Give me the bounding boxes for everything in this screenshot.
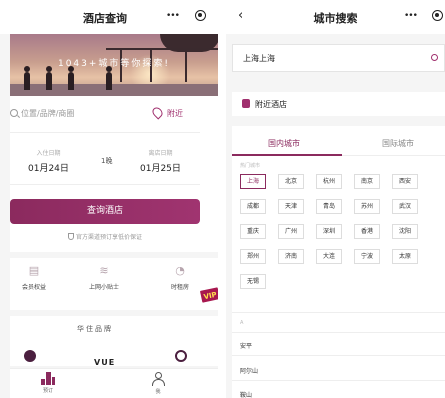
brands-title: 华住品牌 xyxy=(77,325,113,333)
list-item[interactable]: 阿尔山 xyxy=(240,366,258,375)
search-icon[interactable] xyxy=(431,54,438,61)
nearby-hotel-row[interactable]: 附近酒店 xyxy=(232,92,445,116)
city-chip[interactable]: 上海 xyxy=(240,174,266,189)
brands-section: 华住品牌 VUE xyxy=(10,316,218,369)
brand-logo-ring[interactable] xyxy=(175,350,187,362)
banner-text: 1043+城市等你探索! xyxy=(57,59,171,69)
city-panel: 国内城市 国际城市 热门城市 上海 北京 杭州 南京 西安成都 天津 青岛 苏州 武汉重庆 广州深… xyxy=(232,126,445,398)
right-nav-bar: ‹ 城市搜索 ••• xyxy=(226,0,445,34)
city-chip[interactable]: 北京 xyxy=(278,174,304,189)
divider xyxy=(232,332,445,333)
city-chip[interactable]: 香港 xyxy=(354,224,380,239)
service-label: 上网小贴士 xyxy=(88,284,119,291)
tab-label: 预订 xyxy=(42,388,53,394)
city-chip[interactable]: 无锡 xyxy=(240,274,266,289)
divider xyxy=(10,132,200,133)
close-miniprogram-icon[interactable] xyxy=(195,10,206,21)
city-chip[interactable]: 苏州 xyxy=(354,199,380,214)
city-chip[interactable]: 天津 xyxy=(278,199,304,214)
index-letter: A xyxy=(240,320,244,326)
more-icon[interactable]: ••• xyxy=(404,11,418,21)
brand-logo-vue[interactable]: VUE xyxy=(94,350,115,369)
checkout-value: 01月25日 xyxy=(140,164,181,174)
wifi-icon: ≋ xyxy=(99,264,109,277)
divider xyxy=(232,312,445,313)
city-search-screen: ‹ 城市搜索 ••• 上海上海 附近酒店 国内城市 国际城市 热门城市 上海 北京… xyxy=(226,0,445,398)
location-search-row[interactable]: 位置/品牌/商圈 附近 xyxy=(10,104,218,124)
banner-person xyxy=(68,66,74,90)
search-card: 位置/品牌/商圈 附近 入住日期 01月24日 1晚 离店日期 01月25日 查… xyxy=(10,96,218,252)
city-chip[interactable]: 郑州 xyxy=(240,249,266,264)
left-nav-bar: 酒店查询 ••• xyxy=(0,0,218,34)
service-wifi[interactable]: ≋ 上网小贴士 xyxy=(74,264,134,291)
building-icon xyxy=(41,372,55,385)
city-chip[interactable]: 南京 xyxy=(354,174,380,189)
brand-vue-text: VUE xyxy=(94,358,116,367)
checkin-value: 01月24日 xyxy=(28,164,69,174)
city-chip[interactable]: 广州 xyxy=(278,224,304,239)
vip-badge[interactable]: VIP xyxy=(198,286,218,304)
checkout-date[interactable]: 离店日期 01月25日 xyxy=(140,148,181,174)
banner-person xyxy=(46,66,52,90)
divider xyxy=(232,380,445,381)
city-chip[interactable]: 成都 xyxy=(240,199,266,214)
banner-person xyxy=(24,66,30,90)
services-row: ▤ 会员权益 ≋ 上网小贴士 ◔ 时租房 VIP xyxy=(10,258,218,310)
city-chip[interactable]: 杭州 xyxy=(316,174,342,189)
tab-booking[interactable]: 预订 xyxy=(28,372,68,394)
city-chip[interactable]: 重庆 xyxy=(240,224,266,239)
city-chip[interactable]: 深圳 xyxy=(316,224,342,239)
user-icon xyxy=(151,372,165,386)
more-icon[interactable]: ••• xyxy=(166,11,180,21)
nearby-button[interactable]: 附近 xyxy=(167,108,183,119)
city-chip[interactable]: 沈阳 xyxy=(392,224,418,239)
service-member[interactable]: ▤ 会员权益 xyxy=(4,264,64,291)
city-search-field[interactable]: 上海上海 xyxy=(232,44,445,72)
bottom-tab-bar: 预订 我 xyxy=(10,368,218,398)
city-chip[interactable]: 青岛 xyxy=(316,199,342,214)
brand-logo-round[interactable] xyxy=(24,350,36,362)
guarantee-text: 官方渠道预订享低价保证 xyxy=(75,234,142,241)
city-chip[interactable]: 太原 xyxy=(392,249,418,264)
banner-pier xyxy=(106,48,218,50)
guarantee-note: 官方渠道预订享低价保证 xyxy=(10,232,200,241)
service-hourly[interactable]: ◔ 时租房 xyxy=(150,264,210,291)
clock-icon: ◔ xyxy=(175,264,185,277)
divider xyxy=(10,184,200,185)
shield-icon xyxy=(67,233,74,240)
city-chip[interactable]: 宁波 xyxy=(354,249,380,264)
tab-label: 我 xyxy=(155,389,161,395)
divider xyxy=(232,355,445,356)
active-tab-underline xyxy=(232,154,342,156)
city-search-input[interactable]: 上海上海 xyxy=(243,53,275,64)
hot-cities-label: 热门城市 xyxy=(240,163,261,169)
city-chip[interactable]: 武汉 xyxy=(392,199,418,214)
tab-domestic-cities[interactable]: 国内城市 xyxy=(268,138,300,149)
promo-banner[interactable]: 1043+城市等你探索! xyxy=(10,34,218,96)
tab-international-cities[interactable]: 国际城市 xyxy=(382,138,414,149)
list-item[interactable]: 安平 xyxy=(240,341,252,350)
query-hotel-button[interactable]: 查询酒店 xyxy=(10,199,200,224)
city-chip[interactable]: 西安 xyxy=(392,174,418,189)
location-pin-icon[interactable] xyxy=(150,105,165,120)
hotel-search-screen: 酒店查询 ••• 1043+城市等你探索! 位置/品牌/商圈 附近 入住日期 0… xyxy=(0,0,218,398)
close-miniprogram-icon[interactable] xyxy=(432,10,443,21)
banner-person xyxy=(106,66,112,90)
checkin-label: 入住日期 xyxy=(36,150,61,157)
nearby-hotel-label: 附近酒店 xyxy=(255,100,287,109)
member-card-icon: ▤ xyxy=(28,264,40,277)
location-pin-icon xyxy=(242,99,250,108)
search-input[interactable]: 位置/品牌/商圈 xyxy=(21,108,74,119)
city-chip[interactable]: 大连 xyxy=(316,249,342,264)
checkin-date[interactable]: 入住日期 01月24日 xyxy=(28,148,69,174)
checkout-label: 离店日期 xyxy=(148,150,173,157)
list-item[interactable]: 鞍山 xyxy=(240,390,252,398)
nights-count: 1晚 xyxy=(101,157,113,165)
search-icon xyxy=(10,109,18,117)
service-label: 会员权益 xyxy=(21,284,46,291)
banner-sea xyxy=(10,84,218,96)
city-chip[interactable]: 济南 xyxy=(278,249,304,264)
tab-mine[interactable]: 我 xyxy=(138,372,178,395)
